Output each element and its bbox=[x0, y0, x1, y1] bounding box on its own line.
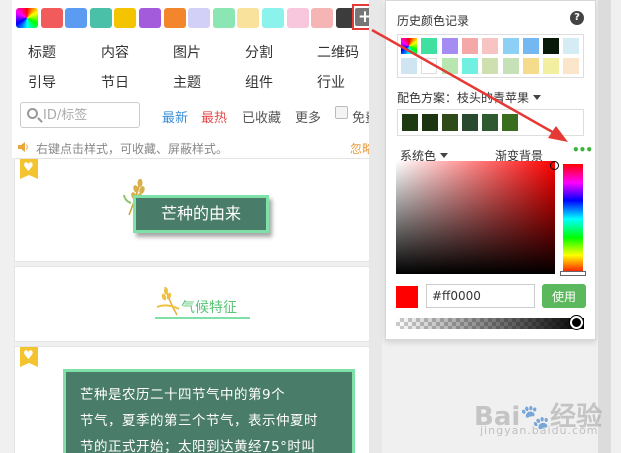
history-color-cell[interactable] bbox=[563, 58, 580, 74]
history-color-cell[interactable] bbox=[563, 38, 580, 54]
hue-slider-handle[interactable] bbox=[560, 271, 586, 276]
style-card-subtitle[interactable]: 气候特征 bbox=[14, 266, 378, 342]
favorite-ribbon-icon[interactable] bbox=[20, 159, 38, 179]
custom-color-swatch[interactable] bbox=[16, 8, 38, 28]
color-swatch[interactable] bbox=[311, 8, 334, 28]
category-divider[interactable]: 分割 bbox=[245, 42, 273, 62]
color-swatch[interactable] bbox=[286, 8, 309, 28]
hex-color-input[interactable] bbox=[426, 284, 535, 308]
scheme-color-row bbox=[397, 109, 584, 136]
scheme-name: 枝头的青苹果 bbox=[457, 91, 530, 105]
history-color-cell[interactable] bbox=[502, 58, 519, 74]
history-color-cell[interactable] bbox=[461, 58, 478, 74]
scheme-color-cell[interactable] bbox=[462, 114, 478, 131]
style-preview-list: 芒种的由来 气候特征 芒种是农历二十四节气中的第9个 节气，夏季的第三个节气，表… bbox=[12, 158, 382, 453]
body-line: 节的正式开始；太阳到达黄经75°时叫 bbox=[80, 439, 316, 453]
history-color-cell[interactable] bbox=[421, 38, 438, 54]
history-color-cell[interactable] bbox=[441, 58, 458, 74]
body-line: 芒种是农历二十四节气中的第9个 bbox=[80, 387, 286, 403]
history-color-grid bbox=[397, 34, 584, 78]
search-icon bbox=[27, 108, 38, 119]
history-title: 历史颜色记录 bbox=[397, 14, 470, 28]
chevron-down-icon bbox=[533, 95, 542, 100]
scheme-color-cell[interactable] bbox=[422, 114, 438, 131]
style-library-panel: + 标题 内容 图片 分割 二维码 引导 节日 主题 组件 行业 最新 最热 已… bbox=[12, 0, 382, 453]
scheme-color-cell[interactable] bbox=[442, 114, 458, 131]
history-color-cell[interactable] bbox=[441, 38, 458, 54]
color-swatch[interactable] bbox=[114, 8, 137, 28]
hint-bar: 右键点击样式，可收藏、屏蔽样式。 忽略 bbox=[12, 139, 382, 157]
preview-body-box: 芒种是农历二十四节气中的第9个 节气，夏季的第三个节气，表示仲夏时 节的正式开始… bbox=[63, 369, 355, 453]
history-color-cell[interactable] bbox=[401, 38, 417, 54]
search-box bbox=[20, 102, 140, 128]
color-picker-popup: 历史颜色记录 ? 配色方案：枝头的青苹果 系统色 渐变背景 ••• 使用 bbox=[385, 0, 596, 340]
more-options-icon[interactable]: ••• bbox=[572, 143, 593, 157]
subtitle-underline bbox=[155, 317, 250, 319]
filter-hottest[interactable]: 最热 bbox=[201, 107, 227, 126]
style-card-title[interactable]: 芒种的由来 bbox=[14, 158, 378, 262]
filter-newest[interactable]: 最新 bbox=[162, 107, 188, 126]
history-color-cell[interactable] bbox=[543, 58, 560, 74]
free-checkbox[interactable] bbox=[335, 106, 348, 119]
history-color-cell[interactable] bbox=[482, 38, 499, 54]
current-color-swatch bbox=[396, 286, 418, 308]
favorite-ribbon-icon[interactable] bbox=[20, 347, 38, 367]
category-component[interactable]: 组件 bbox=[245, 72, 273, 92]
color-swatch[interactable] bbox=[237, 8, 260, 28]
scheme-color-cell[interactable] bbox=[402, 114, 418, 131]
color-swatch[interactable] bbox=[65, 8, 88, 28]
alpha-slider-handle[interactable] bbox=[570, 316, 583, 329]
history-color-cell[interactable] bbox=[482, 58, 499, 74]
history-color-cell[interactable] bbox=[421, 58, 438, 74]
color-scheme-selector[interactable]: 配色方案：枝头的青苹果 bbox=[397, 89, 542, 106]
hint-text: 右键点击样式，可收藏、屏蔽样式。 bbox=[36, 142, 229, 156]
sv-cursor[interactable] bbox=[550, 161, 559, 170]
category-theme[interactable]: 主题 bbox=[173, 72, 201, 92]
panel-scrollbar[interactable] bbox=[369, 0, 382, 453]
use-color-button[interactable]: 使用 bbox=[542, 284, 586, 308]
help-icon[interactable]: ? bbox=[570, 11, 584, 25]
filter-more[interactable]: 更多 bbox=[295, 107, 321, 126]
hue-slider[interactable] bbox=[563, 164, 583, 274]
color-swatch[interactable] bbox=[89, 8, 112, 28]
style-card-body[interactable]: 芒种是农历二十四节气中的第9个 节气，夏季的第三个节气，表示仲夏时 节的正式开始… bbox=[14, 346, 378, 453]
color-swatch[interactable] bbox=[40, 8, 63, 28]
category-festival[interactable]: 节日 bbox=[101, 72, 129, 92]
scheme-color-cell[interactable] bbox=[482, 114, 498, 131]
category-row-1: 标题 内容 图片 分割 二维码 bbox=[12, 42, 382, 64]
wheat-icon bbox=[156, 286, 180, 316]
search-input[interactable] bbox=[43, 106, 137, 124]
window-edge bbox=[598, 0, 611, 453]
category-content[interactable]: 内容 bbox=[101, 42, 129, 62]
preview-title-box: 芒种的由来 bbox=[133, 195, 269, 233]
color-swatch[interactable] bbox=[163, 8, 186, 28]
preview-subtitle: 气候特征 bbox=[181, 300, 237, 316]
category-guide[interactable]: 引导 bbox=[28, 72, 56, 92]
history-color-cell[interactable] bbox=[401, 58, 417, 74]
filter-saved[interactable]: 已收藏 bbox=[242, 107, 281, 126]
color-swatch[interactable] bbox=[139, 8, 161, 28]
chevron-down-icon bbox=[440, 153, 449, 158]
history-color-cell[interactable] bbox=[461, 38, 478, 54]
watermark-url: jingyan.baidu.com bbox=[480, 424, 599, 437]
history-color-cell[interactable] bbox=[543, 38, 560, 54]
body-line: 节气，夏季的第三个节气，表示仲夏时 bbox=[80, 413, 318, 429]
scheme-color-cell[interactable] bbox=[502, 114, 518, 131]
alpha-slider[interactable] bbox=[396, 318, 584, 329]
category-title[interactable]: 标题 bbox=[28, 42, 56, 62]
scheme-label: 配色方案： bbox=[397, 91, 458, 105]
speaker-icon bbox=[18, 142, 28, 152]
history-color-cell[interactable] bbox=[522, 38, 539, 54]
category-image[interactable]: 图片 bbox=[173, 42, 201, 62]
color-swatch[interactable] bbox=[262, 8, 284, 28]
saturation-value-area[interactable] bbox=[396, 161, 555, 274]
history-color-cell[interactable] bbox=[522, 58, 539, 74]
category-qrcode[interactable]: 二维码 bbox=[317, 42, 359, 62]
color-swatch[interactable] bbox=[188, 8, 211, 28]
category-row-2: 引导 节日 主题 组件 行业 bbox=[12, 72, 382, 94]
color-swatch[interactable] bbox=[212, 8, 235, 28]
history-color-cell[interactable] bbox=[502, 38, 519, 54]
category-industry[interactable]: 行业 bbox=[317, 72, 345, 92]
